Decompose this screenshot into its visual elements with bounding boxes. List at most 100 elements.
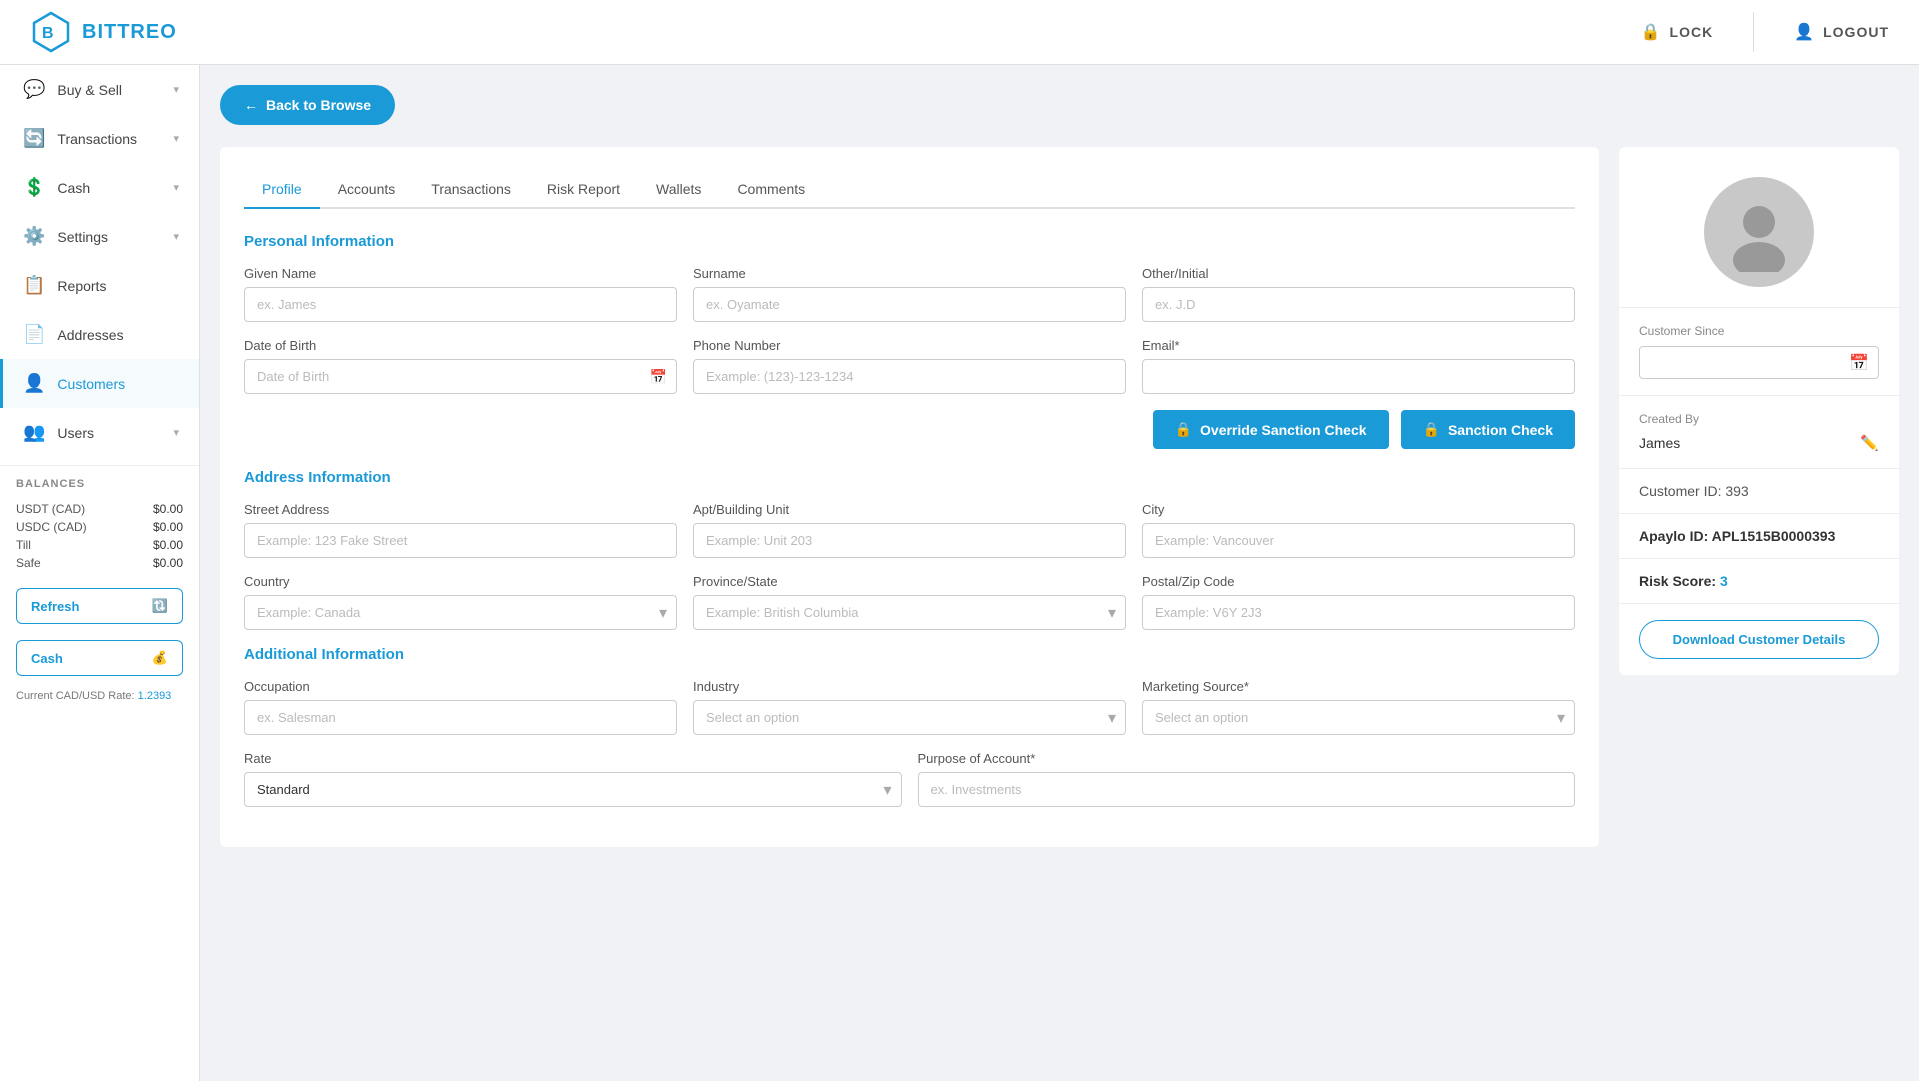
balance-value-safe: $0.00 — [153, 556, 183, 570]
sidebar-label-settings: Settings — [57, 229, 108, 245]
download-customer-details-button[interactable]: Download Customer Details — [1639, 620, 1879, 659]
dob-input[interactable] — [244, 359, 677, 394]
topbar-right: 🔒 LOCK 👤 LOGOUT — [1641, 12, 1889, 52]
province-select-wrapper: Example: British Columbia — [693, 595, 1126, 630]
additional-info-title: Additional Information — [244, 646, 1575, 663]
balance-row-safe: Safe $0.00 — [16, 554, 183, 572]
purpose-label: Purpose of Account* — [918, 751, 1576, 766]
email-input[interactable]: asp_82@hotmail.com — [1142, 359, 1575, 394]
svg-text:B: B — [42, 25, 54, 42]
chevron-icon: ▾ — [173, 83, 179, 96]
edit-icon[interactable]: ✏️ — [1860, 434, 1879, 452]
sidebar-item-customers[interactable]: 👤 Customers — [0, 359, 199, 408]
sidebar-item-buy-sell[interactable]: 💬 Buy & Sell ▾ — [0, 65, 199, 114]
other-initial-label: Other/Initial — [1142, 266, 1575, 281]
postal-input[interactable] — [1142, 595, 1575, 630]
content-area: ← Back to Browse Profile Accounts Transa… — [200, 65, 1919, 1081]
sidebar-item-transactions[interactable]: 🔄 Transactions ▾ — [0, 114, 199, 163]
other-initial-group: Other/Initial — [1142, 266, 1575, 322]
sidebar-item-users[interactable]: 👥 Users ▾ — [0, 408, 199, 457]
back-arrow-icon: ← — [244, 97, 258, 113]
rate-label: Rate — [244, 751, 902, 766]
address-row1: Street Address Apt/Building Unit City — [244, 502, 1575, 558]
phone-input[interactable] — [693, 359, 1126, 394]
logout-button[interactable]: 👤 LOGOUT — [1794, 22, 1889, 42]
purpose-input[interactable] — [918, 772, 1576, 807]
customer-id-row: Customer ID: 393 — [1619, 469, 1899, 514]
sanction-check-button[interactable]: 🔒 Sanction Check — [1401, 410, 1575, 449]
customer-id-text: Customer ID: 393 — [1639, 483, 1749, 499]
address-info-title: Address Information — [244, 469, 1575, 486]
tab-wallets[interactable]: Wallets — [638, 171, 719, 209]
sidebar-label-addresses: Addresses — [57, 327, 123, 343]
sidebar-label-reports: Reports — [57, 278, 106, 294]
industry-group: Industry Select an option — [693, 679, 1126, 735]
tabs: Profile Accounts Transactions Risk Repor… — [244, 171, 1575, 209]
buy-sell-icon: 💬 — [23, 79, 45, 100]
rate-select[interactable]: Standard — [244, 772, 902, 807]
balance-row-usdt: USDT (CAD) $0.00 — [16, 500, 183, 518]
marketing-label: Marketing Source* — [1142, 679, 1575, 694]
balance-label-till: Till — [16, 538, 31, 552]
apt-input[interactable] — [693, 523, 1126, 558]
addresses-icon: 📄 — [23, 324, 45, 345]
occupation-input[interactable] — [244, 700, 677, 735]
rate-link[interactable]: 1.2393 — [138, 690, 172, 702]
sidebar-item-settings[interactable]: ⚙️ Settings ▾ — [0, 212, 199, 261]
lock-button[interactable]: 🔒 LOCK — [1641, 22, 1714, 42]
balance-label-safe: Safe — [16, 556, 41, 570]
balance-value-usdt: $0.00 — [153, 502, 183, 516]
profile-card: Profile Accounts Transactions Risk Repor… — [220, 147, 1599, 847]
sidebar-item-reports[interactable]: 📋 Reports — [0, 261, 199, 310]
phone-group: Phone Number — [693, 338, 1126, 394]
tab-comments[interactable]: Comments — [719, 171, 823, 209]
address-row2: Country Example: Canada Province/State E… — [244, 574, 1575, 630]
tab-transactions[interactable]: Transactions — [413, 171, 529, 209]
additional-row1: Occupation Industry Select an option Mar… — [244, 679, 1575, 735]
calendar-icon: 📅 — [1849, 353, 1869, 373]
postal-label: Postal/Zip Code — [1142, 574, 1575, 589]
settings-icon: ⚙️ — [23, 226, 45, 247]
industry-select-wrapper: Select an option — [693, 700, 1126, 735]
back-to-browse-button[interactable]: ← Back to Browse — [220, 85, 395, 125]
rate-select-wrapper: Standard — [244, 772, 902, 807]
tab-accounts[interactable]: Accounts — [320, 171, 414, 209]
created-by-value: James — [1639, 435, 1680, 451]
sanction-check-label: Sanction Check — [1448, 422, 1553, 438]
lock-label: LOCK — [1670, 24, 1714, 40]
apaylo-id-text: Apaylo ID: APL1515B0000393 — [1639, 528, 1835, 544]
balances-title: BALANCES — [16, 478, 183, 490]
surname-input[interactable] — [693, 287, 1126, 322]
occupation-group: Occupation — [244, 679, 677, 735]
marketing-select-wrapper: Select an option — [1142, 700, 1575, 735]
street-input[interactable] — [244, 523, 677, 558]
created-by-value-row: James ✏️ — [1639, 434, 1879, 452]
download-label: Download Customer Details — [1673, 632, 1846, 647]
risk-score-row: Risk Score: 3 — [1619, 559, 1899, 604]
cash-button[interactable]: Cash 💰 — [16, 640, 183, 676]
sidebar-label-transactions: Transactions — [57, 131, 137, 147]
sidebar-label-cash: Cash — [57, 180, 90, 196]
transactions-icon: 🔄 — [23, 128, 45, 149]
tab-risk-report[interactable]: Risk Report — [529, 171, 638, 209]
country-select[interactable]: Example: Canada — [244, 595, 677, 630]
override-sanction-button[interactable]: 🔒 Override Sanction Check — [1153, 410, 1389, 449]
tab-profile[interactable]: Profile — [244, 171, 320, 209]
balance-row-till: Till $0.00 — [16, 536, 183, 554]
industry-select[interactable]: Select an option — [693, 700, 1126, 735]
calendar-icon: 📅 — [650, 368, 667, 385]
province-select[interactable]: Example: British Columbia — [693, 595, 1126, 630]
personal-info-row1: Given Name Surname Other/Initial — [244, 266, 1575, 322]
refresh-button[interactable]: Refresh 🔃 — [16, 588, 183, 624]
other-initial-input[interactable] — [1142, 287, 1575, 322]
marketing-select[interactable]: Select an option — [1142, 700, 1575, 735]
customer-since-input[interactable]: 2021-05-14 — [1639, 346, 1879, 379]
sanction-btn-row: 🔒 Override Sanction Check 🔒 Sanction Che… — [244, 410, 1575, 449]
avatar — [1704, 177, 1814, 287]
sidebar-item-addresses[interactable]: 📄 Addresses — [0, 310, 199, 359]
personal-info-row2: Date of Birth 📅 Phone Number Email* asp_… — [244, 338, 1575, 394]
city-input[interactable] — [1142, 523, 1575, 558]
sidebar-item-cash[interactable]: 💲 Cash ▾ — [0, 163, 199, 212]
dob-input-wrapper: 📅 — [244, 359, 677, 394]
given-name-input[interactable] — [244, 287, 677, 322]
